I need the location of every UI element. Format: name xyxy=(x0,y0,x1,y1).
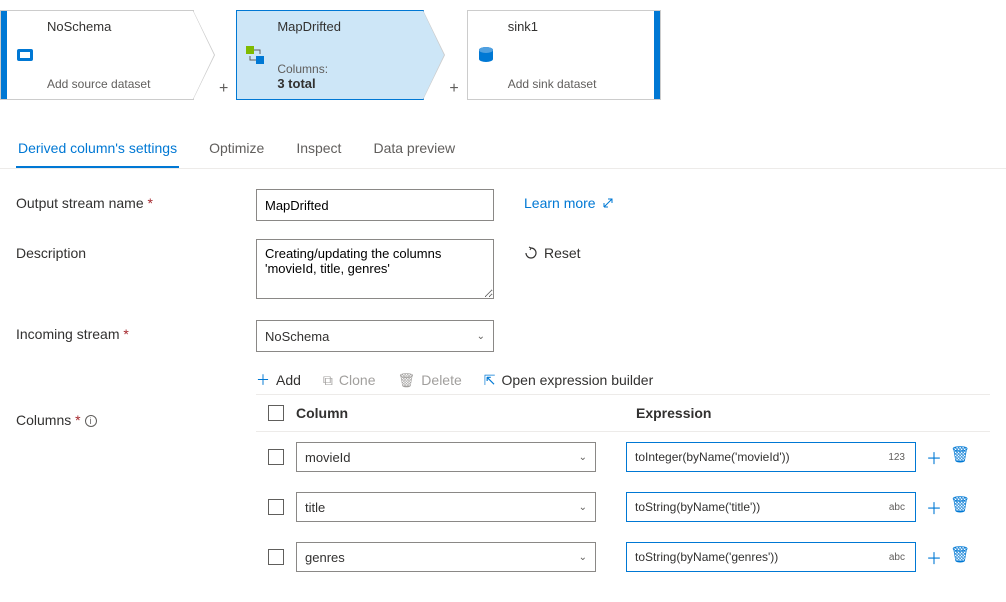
learn-more-link[interactable]: Learn more xyxy=(524,189,614,211)
delete-button[interactable]: 🗑Delete xyxy=(398,372,462,389)
row-add-button[interactable]: ＋ xyxy=(926,495,942,519)
source-icon xyxy=(7,45,43,65)
expression-input[interactable]: toString(byName('title'))abc xyxy=(626,492,916,522)
output-stream-label: Output stream name * xyxy=(16,189,256,211)
flow-canvas: NoSchema Add source dataset + MapDrifted… xyxy=(0,0,1006,100)
trash-icon: 🗑 xyxy=(398,372,416,389)
add-button[interactable]: ＋Add xyxy=(256,370,301,390)
derived-sub2: 3 total xyxy=(277,76,409,91)
add-after-source[interactable]: + xyxy=(215,80,232,98)
incoming-stream-select[interactable]: NoSchema ⌄ xyxy=(256,320,494,352)
sink-node[interactable]: sink1 Add sink dataset xyxy=(467,10,661,100)
column-header: Column xyxy=(296,405,616,421)
row-delete-button[interactable]: 🗑 xyxy=(950,495,970,519)
type-badge: 123 xyxy=(886,452,907,463)
open-icon: ⇱ xyxy=(484,372,496,389)
reset-icon xyxy=(524,246,538,260)
tab-settings[interactable]: Derived column's settings xyxy=(16,130,179,168)
sink-icon xyxy=(468,45,504,65)
derived-icon xyxy=(237,44,273,66)
tab-optimize[interactable]: Optimize xyxy=(207,130,266,168)
source-node[interactable]: NoSchema Add source dataset xyxy=(0,10,194,100)
sink-subtitle: Add sink dataset xyxy=(508,77,640,91)
chevron-down-icon: ⌄ xyxy=(579,552,587,563)
derived-title: MapDrifted xyxy=(277,19,409,34)
external-link-icon xyxy=(602,197,614,209)
row-checkbox[interactable] xyxy=(268,549,284,565)
column-row: movieId⌄ toInteger(byName('movieId'))123… xyxy=(256,432,990,482)
chevron-down-icon: ⌄ xyxy=(579,502,587,513)
description-input[interactable]: Creating/updating the columns 'movieId, … xyxy=(256,239,494,299)
expression-input[interactable]: toInteger(byName('movieId'))123 xyxy=(626,442,916,472)
reset-button[interactable]: Reset xyxy=(524,239,581,261)
tab-preview[interactable]: Data preview xyxy=(371,130,457,168)
row-add-button[interactable]: ＋ xyxy=(926,545,942,569)
row-checkbox[interactable] xyxy=(268,449,284,465)
output-stream-input[interactable] xyxy=(256,189,494,221)
source-subtitle: Add source dataset xyxy=(47,77,179,91)
derived-node[interactable]: MapDrifted Columns: 3 total xyxy=(236,10,424,100)
column-name-input[interactable]: movieId⌄ xyxy=(296,442,596,472)
type-badge: abc xyxy=(887,552,907,563)
columns-table: Column Expression movieId⌄ toInteger(byN… xyxy=(256,394,990,582)
add-after-derived[interactable]: + xyxy=(445,80,462,98)
column-name-input[interactable]: title⌄ xyxy=(296,492,596,522)
columns-toolbar: ＋Add ⧉Clone 🗑Delete ⇱Open expression bui… xyxy=(256,370,990,390)
tabs: Derived column's settings Optimize Inspe… xyxy=(0,130,1006,169)
tab-inspect[interactable]: Inspect xyxy=(294,130,343,168)
source-title: NoSchema xyxy=(47,19,179,34)
info-icon[interactable]: i xyxy=(85,415,97,427)
clone-button[interactable]: ⧉Clone xyxy=(323,372,376,389)
settings-panel: Output stream name * Learn more Descript… xyxy=(0,169,1006,602)
row-delete-button[interactable]: 🗑 xyxy=(950,445,970,469)
select-all-checkbox[interactable] xyxy=(268,405,284,421)
plus-icon: ＋ xyxy=(256,370,270,390)
derived-sub1: Columns: xyxy=(277,62,409,76)
type-badge: abc xyxy=(887,502,907,513)
chevron-down-icon: ⌄ xyxy=(579,452,587,463)
expression-header: Expression xyxy=(616,405,990,421)
row-delete-button[interactable]: 🗑 xyxy=(950,545,970,569)
chevron-down-icon: ⌄ xyxy=(477,331,485,342)
incoming-stream-label: Incoming stream * xyxy=(16,320,256,342)
open-expression-builder[interactable]: ⇱Open expression builder xyxy=(484,372,654,389)
row-checkbox[interactable] xyxy=(268,499,284,515)
description-label: Description xyxy=(16,239,256,261)
sink-title: sink1 xyxy=(508,19,640,34)
columns-label: Columns *i xyxy=(16,400,256,428)
row-add-button[interactable]: ＋ xyxy=(926,445,942,469)
expression-input[interactable]: toString(byName('genres'))abc xyxy=(626,542,916,572)
column-row: title⌄ toString(byName('title'))abc ＋ 🗑 xyxy=(256,482,990,532)
clone-icon: ⧉ xyxy=(323,372,333,389)
column-name-input[interactable]: genres⌄ xyxy=(296,542,596,572)
